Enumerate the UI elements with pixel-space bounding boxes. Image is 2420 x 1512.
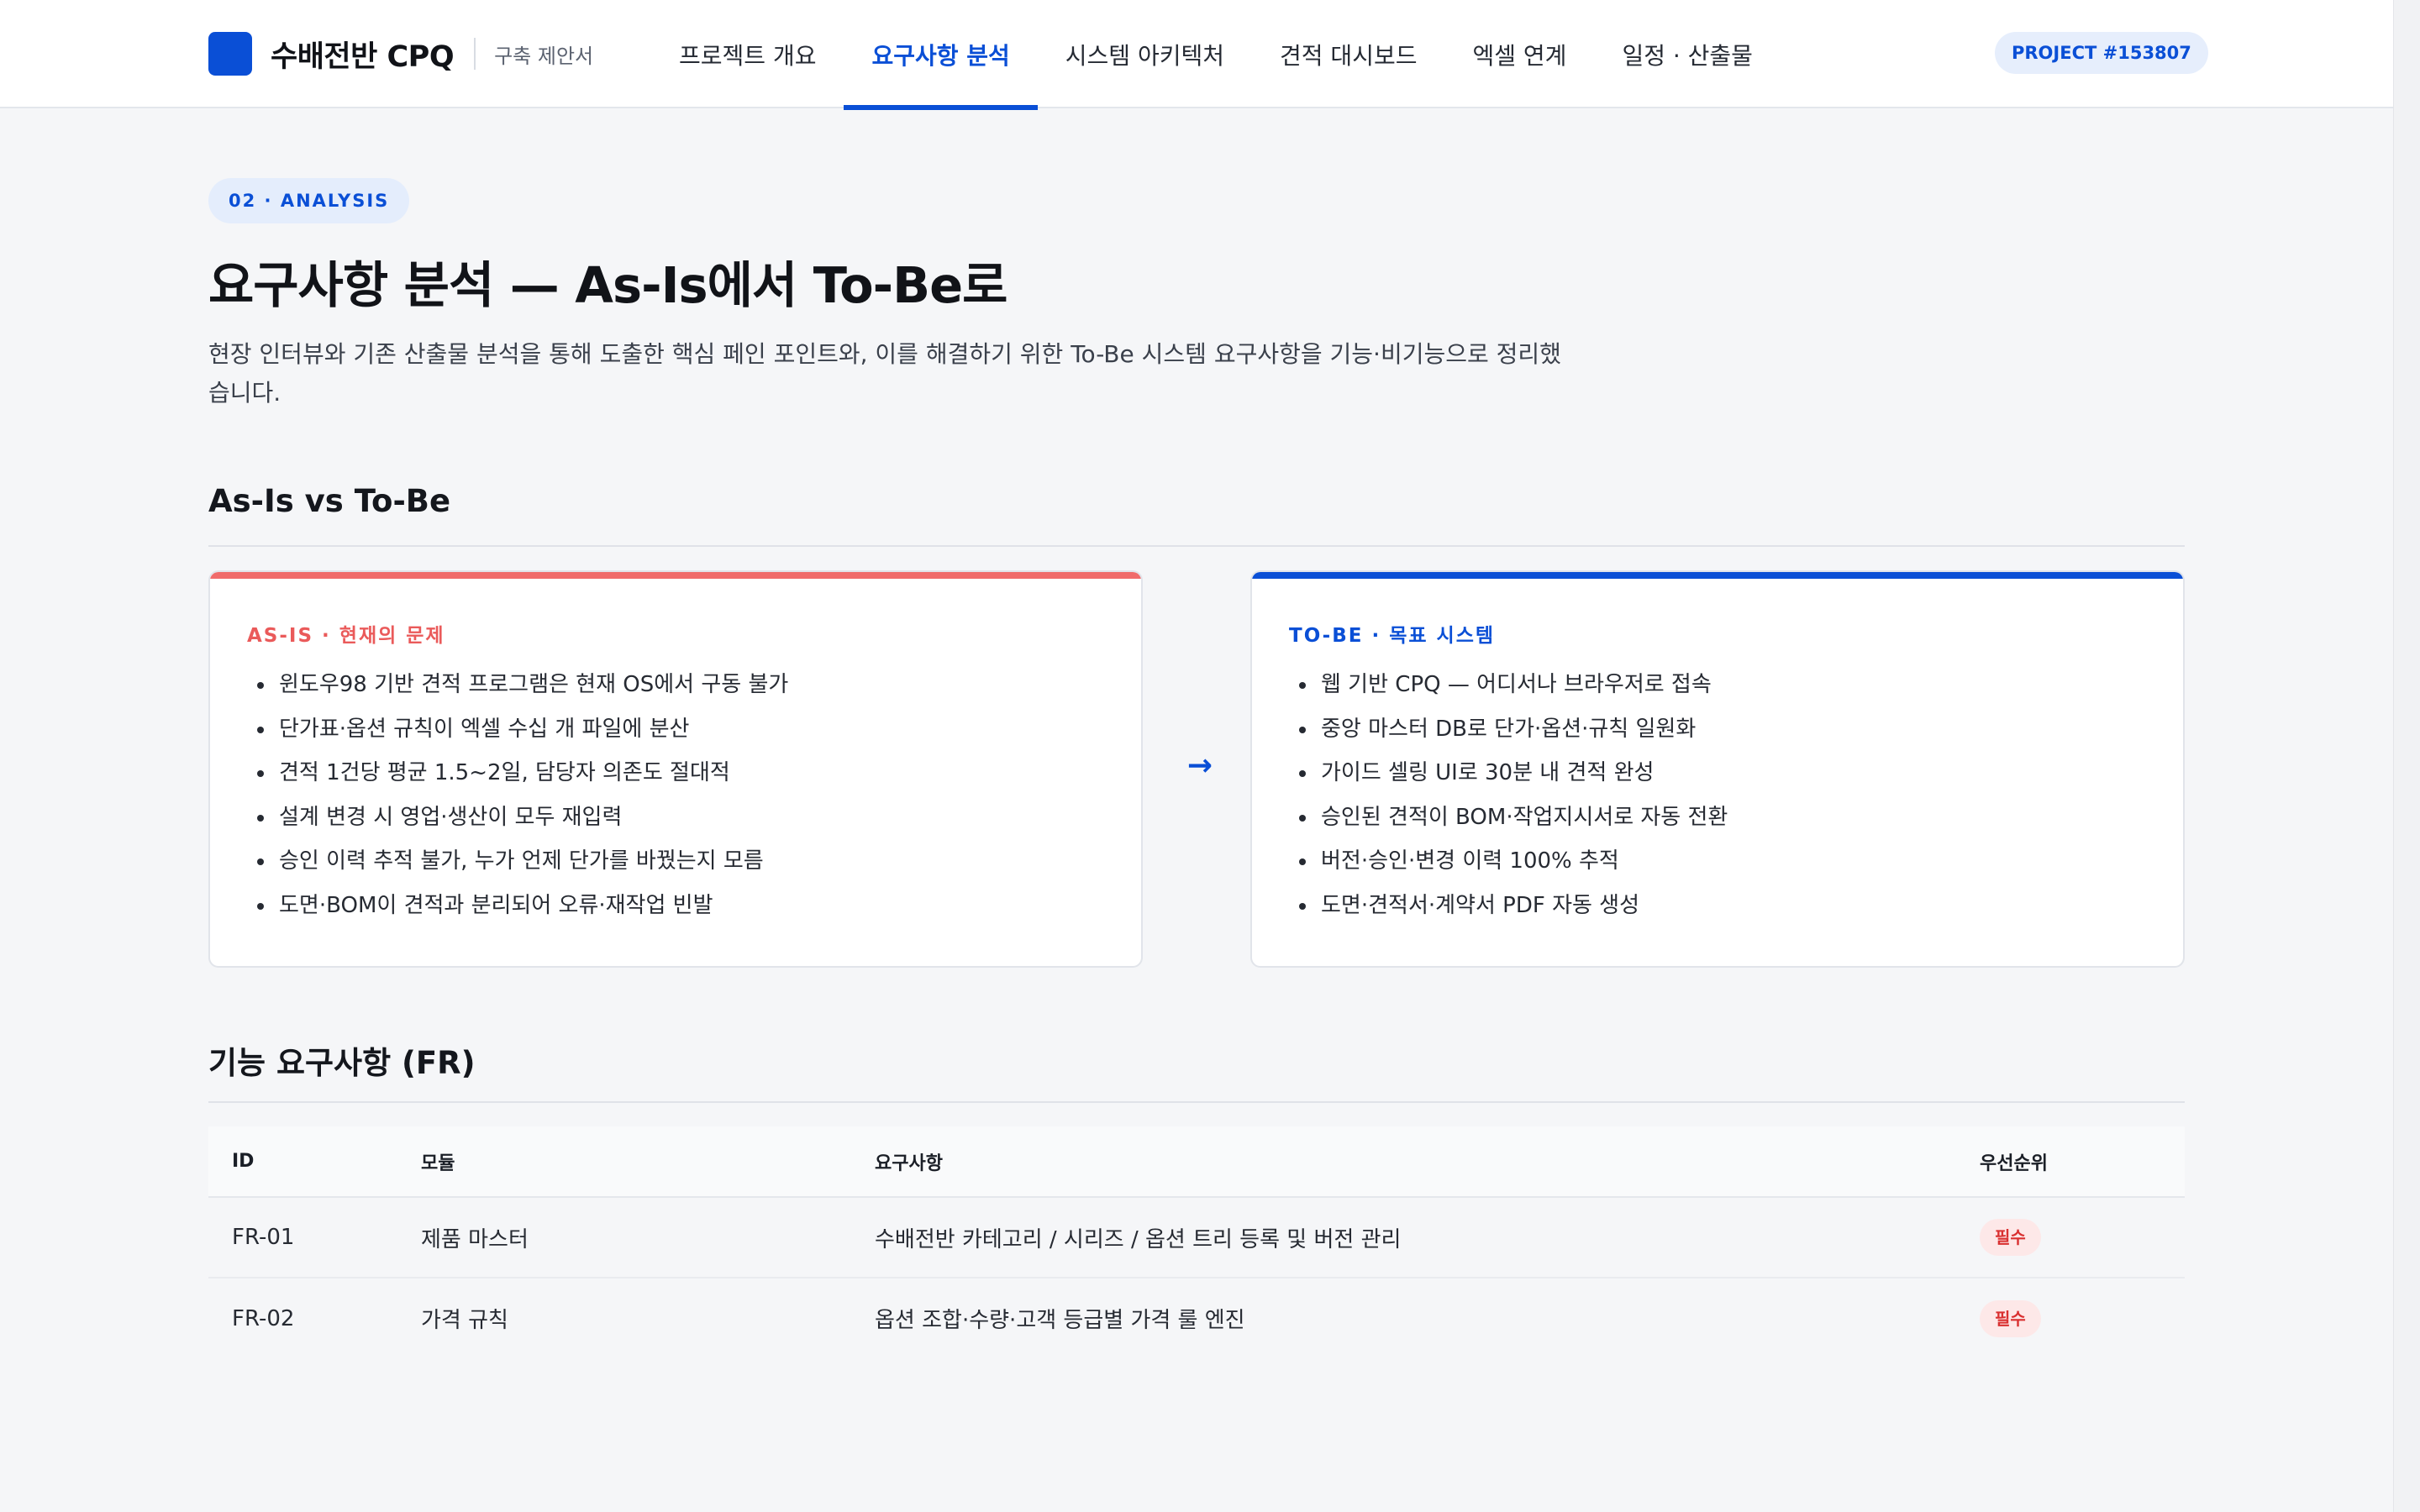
- nav-tab-requirements[interactable]: 요구사항 분석: [844, 0, 1039, 110]
- brand-divider: [474, 38, 476, 70]
- tobe-card-accent-bar: [1252, 572, 2183, 579]
- nav-tab-architecture[interactable]: 시스템 아키텍처: [1038, 0, 1252, 108]
- tobe-card-label: TO-BE · 목표 시스템: [1289, 625, 1496, 647]
- column-header-requirement[interactable]: 요구사항: [851, 1126, 1956, 1198]
- priority-badge: 필수: [1980, 1219, 2041, 1256]
- nav-tab-dashboard[interactable]: 견적 대시보드: [1252, 0, 1444, 108]
- top-header: 수배전반 CPQ 구축 제안서 프로젝트 개요 요구사항 분석 시스템 아키텍처…: [0, 0, 2393, 110]
- column-header-id[interactable]: ID: [208, 1126, 397, 1198]
- cell-module: 제품 마스터: [397, 1197, 851, 1278]
- page-title: 요구사항 분석 — As-Is에서 To-Be로: [208, 256, 1007, 314]
- column-header-priority[interactable]: 우선순위: [1956, 1126, 2185, 1198]
- arrow-right-icon: →: [1186, 748, 1213, 783]
- tobe-card: TO-BE · 목표 시스템 웹 기반 CPQ — 어디서나 브라우저로 접속 …: [1250, 570, 2185, 968]
- brand-name: 수배전반 CPQ: [271, 39, 455, 74]
- project-badge: PROJECT #153807: [1995, 32, 2208, 74]
- asis-card-accent-bar: [210, 572, 1141, 579]
- brand-subtitle: 구축 제안서: [494, 44, 594, 68]
- priority-badge: 필수: [1980, 1299, 2041, 1337]
- cell-id: FR-01: [208, 1197, 397, 1278]
- column-header-module[interactable]: 모듈: [397, 1126, 851, 1198]
- cell-priority: 필수: [1956, 1278, 2185, 1358]
- table-row[interactable]: FR-02 가격 규칙 옵션 조합·수량·고객 등급별 가격 룰 엔진 필수: [208, 1278, 2185, 1358]
- cell-priority: 필수: [1956, 1197, 2185, 1278]
- tobe-list: 웹 기반 CPQ — 어디서나 브라우저로 접속 중앙 마스터 DB로 단가·옵…: [1289, 663, 1728, 927]
- main-nav: 프로젝트 개요 요구사항 분석 시스템 아키텍처 견적 대시보드 엑셀 연계 일…: [651, 0, 1781, 110]
- brand-logo-icon: [208, 32, 252, 76]
- table-row[interactable]: FR-01 제품 마스터 수배전반 카테고리 / 시리즈 / 옵션 트리 등록 …: [208, 1197, 2185, 1278]
- requirements-table: ID 모듈 요구사항 우선순위 FR-01 제품 마스터 수배전반 카테고리 /…: [208, 1126, 2185, 1358]
- cell-requirement: 수배전반 카테고리 / 시리즈 / 옵션 트리 등록 및 버전 관리: [851, 1197, 1956, 1278]
- tobe-list-item: 버전·승인·변경 이력 100% 추적: [1289, 839, 1728, 884]
- asis-list-item: 단가표·옵션 규칙이 엑셀 수십 개 파일에 분산: [247, 707, 788, 752]
- nav-tab-excel[interactable]: 엑셀 연계: [1444, 0, 1594, 108]
- asis-card-label: AS-IS · 현재의 문제: [247, 625, 445, 647]
- page-scrollbar[interactable]: [2393, 0, 2420, 1512]
- tobe-list-item: 가이드 셀링 UI로 30분 내 견적 완성: [1289, 751, 1728, 795]
- asis-list: 윈도우98 기반 견적 프로그램은 현재 OS에서 구동 불가 단가표·옵션 규…: [247, 663, 788, 927]
- cell-module: 가격 규칙: [421, 1308, 508, 1333]
- comparison-section-title: As-Is vs To-Be: [208, 483, 451, 519]
- page-description: 현장 인터뷰와 기존 산출물 분석을 통해 도출한 핵심 페인 포인트와, 이를…: [208, 340, 1561, 407]
- asis-list-item: 윈도우98 기반 견적 프로그램은 현재 OS에서 구동 불가: [247, 663, 788, 707]
- asis-list-item: 설계 변경 시 영업·생산이 모두 재입력: [247, 795, 788, 840]
- tobe-list-item: 도면·견적서·계약서 PDF 자동 생성: [1289, 884, 1728, 928]
- nav-tab-schedule[interactable]: 일정 · 산출물: [1594, 0, 1781, 108]
- asis-list-item: 견적 1건당 평균 1.5~2일, 담당자 의존도 절대적: [247, 751, 788, 795]
- section-divider: [208, 1101, 2185, 1103]
- tobe-list-item: 중앙 마스터 DB로 단가·옵션·규칙 일원화: [1289, 707, 1728, 752]
- cell-requirement: 옵션 조합·수량·고객 등급별 가격 룰 엔진: [875, 1308, 1245, 1333]
- brand[interactable]: 수배전반 CPQ 구축 제안서: [208, 32, 593, 76]
- requirements-section-title: 기능 요구사항 (FR): [208, 1045, 476, 1081]
- tobe-list-item: 웹 기반 CPQ — 어디서나 브라우저로 접속: [1289, 663, 1728, 707]
- asis-list-item: 승인 이력 추적 불가, 누가 언제 단가를 바꿨는지 모름: [247, 839, 788, 884]
- cell-id: FR-02: [232, 1305, 295, 1331]
- section-eyebrow: 02 · ANALYSIS: [208, 178, 410, 223]
- tobe-list-item: 승인된 견적이 BOM·작업지시서로 자동 전환: [1289, 795, 1728, 840]
- asis-list-item: 도면·BOM이 견적과 분리되어 오류·재작업 빈발: [247, 884, 788, 928]
- table-header-row: ID 모듈 요구사항 우선순위: [208, 1126, 2185, 1198]
- nav-tab-overview[interactable]: 프로젝트 개요: [651, 0, 844, 108]
- section-divider: [208, 545, 2185, 547]
- asis-card: AS-IS · 현재의 문제 윈도우98 기반 견적 프로그램은 현재 OS에서…: [208, 570, 1143, 968]
